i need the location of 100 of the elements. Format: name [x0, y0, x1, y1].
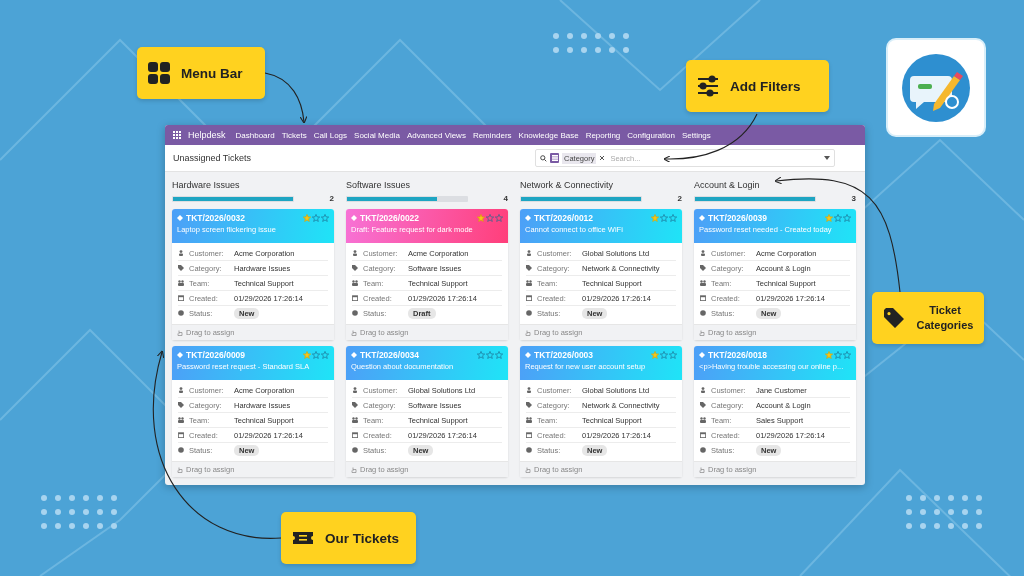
group-icon [178, 417, 184, 423]
four-squares-icon [147, 61, 171, 85]
menu-item[interactable]: Settings [681, 130, 711, 140]
star-icon[interactable] [825, 214, 833, 222]
hand-icon [699, 466, 705, 473]
tag-icon [351, 215, 357, 221]
menu-item[interactable]: Configuration [627, 130, 675, 140]
hand-icon [525, 329, 531, 336]
tag-icon [882, 306, 906, 330]
ticket-count: 3 [851, 194, 856, 203]
calendar-icon [700, 295, 706, 301]
star-icon[interactable] [303, 214, 311, 222]
star-icon[interactable] [834, 351, 842, 359]
app-brand[interactable]: Helpdesk [188, 130, 226, 140]
person-icon [526, 387, 532, 393]
person-icon [700, 250, 706, 256]
calendar-icon [526, 295, 532, 301]
calendar-icon [352, 295, 358, 301]
callout-label: Ticket Categories [872, 292, 984, 344]
apps-grid-icon[interactable] [173, 131, 181, 139]
calendar-icon [178, 432, 184, 438]
group-icon [352, 417, 358, 423]
person-icon [700, 387, 706, 393]
tag-icon [525, 352, 531, 358]
ticket-number: TKT/2026/0003 [534, 350, 595, 360]
star-rating[interactable] [825, 214, 851, 222]
ticket-count: 2 [329, 194, 334, 203]
ticket-number: TKT/2026/0018 [708, 350, 769, 360]
tag-icon [351, 352, 357, 358]
tag-icon [526, 402, 532, 408]
ticket-number: TKT/2026/0012 [534, 213, 595, 223]
menu-item[interactable]: Reminders [472, 130, 512, 140]
callout-label: Menu Bar [137, 47, 265, 99]
hand-icon [177, 466, 183, 473]
star-icon[interactable] [495, 214, 503, 222]
star-icon[interactable] [486, 351, 494, 359]
callout-label: Our Tickets [281, 512, 416, 564]
tag-icon [352, 402, 358, 408]
tag-icon [699, 215, 705, 221]
callout-label: Add Filters [686, 60, 829, 112]
ticket-number: TKT/2026/0022 [360, 213, 421, 223]
ticket-number: TKT/2026/0009 [186, 350, 247, 360]
star-rating[interactable] [825, 351, 851, 359]
star-icon[interactable] [651, 351, 659, 359]
star-icon[interactable] [321, 214, 329, 222]
tag-icon [178, 402, 184, 408]
star-icon[interactable] [303, 351, 311, 359]
ticket-number: TKT/2026/0034 [360, 350, 421, 360]
star-rating[interactable] [303, 214, 329, 222]
info-icon [178, 310, 184, 316]
tag-icon [177, 352, 183, 358]
caret-icon[interactable] [824, 156, 830, 160]
star-rating[interactable] [651, 351, 677, 359]
star-icon[interactable] [834, 214, 842, 222]
menu-item[interactable]: Call Logs [313, 130, 348, 140]
tag-icon [700, 402, 706, 408]
column-title: Account & Login [694, 180, 761, 190]
star-rating[interactable] [303, 351, 329, 359]
star-icon[interactable] [660, 214, 668, 222]
menu-item[interactable]: Knowledge Base [518, 130, 579, 140]
menu-item[interactable]: Tickets [281, 130, 307, 140]
star-icon[interactable] [486, 214, 494, 222]
close-icon[interactable] [599, 155, 606, 161]
group-icon [526, 280, 532, 286]
star-icon[interactable] [312, 214, 320, 222]
star-icon[interactable] [825, 351, 833, 359]
star-icon[interactable] [477, 351, 485, 359]
ticket-number: TKT/2026/0032 [186, 213, 247, 223]
menu-item[interactable]: Reporting [585, 130, 621, 140]
column-title: Hardware Issues [172, 180, 241, 190]
star-icon[interactable] [495, 351, 503, 359]
tag-icon [526, 265, 532, 271]
star-icon[interactable] [477, 214, 485, 222]
info-icon [352, 310, 358, 316]
star-icon[interactable] [669, 214, 677, 222]
group-icon [178, 280, 184, 286]
star-rating[interactable] [651, 214, 677, 222]
star-icon[interactable] [660, 351, 668, 359]
star-rating[interactable] [477, 351, 503, 359]
ticket-count: 4 [503, 194, 508, 203]
star-icon[interactable] [312, 351, 320, 359]
star-icon[interactable] [669, 351, 677, 359]
star-icon[interactable] [651, 214, 659, 222]
leader-line [264, 72, 308, 124]
star-icon[interactable] [843, 351, 851, 359]
tag-icon [700, 265, 706, 271]
person-icon [526, 250, 532, 256]
group-icon [700, 417, 706, 423]
star-icon[interactable] [321, 351, 329, 359]
calendar-icon [526, 432, 532, 438]
star-icon[interactable] [843, 214, 851, 222]
hand-icon [177, 329, 183, 336]
menu-item[interactable]: Advanced Views [406, 130, 466, 140]
info-icon [700, 310, 706, 316]
hand-icon [699, 329, 705, 336]
tag-icon [352, 265, 358, 271]
menu-item[interactable]: Dashboard [235, 130, 275, 140]
menu-item[interactable]: Social Media [354, 130, 400, 140]
star-rating[interactable] [477, 214, 503, 222]
group-icon [700, 280, 706, 286]
